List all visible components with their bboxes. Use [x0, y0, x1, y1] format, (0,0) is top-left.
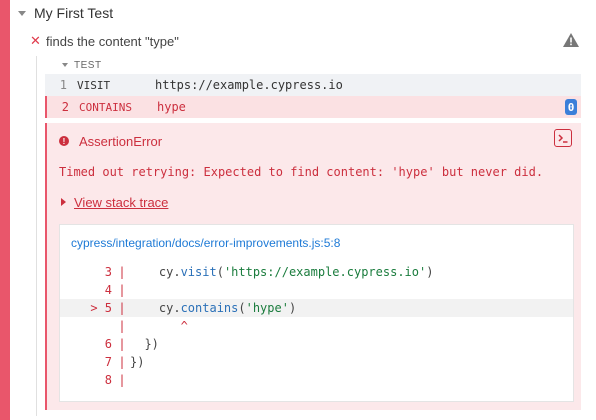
- error-header: ! AssertionError: [59, 131, 162, 151]
- error-name: AssertionError: [79, 133, 163, 149]
- code-token: ^: [130, 319, 188, 333]
- code-line-number: 6: [104, 337, 112, 351]
- code-text: }): [130, 337, 159, 351]
- code-text: cy.visit('https://example.cypress.io'): [130, 265, 434, 279]
- command-number: 2: [61, 100, 69, 114]
- suite-header[interactable]: My First Test: [10, 0, 596, 26]
- code-gutter-divider: |: [118, 301, 126, 315]
- code-line: 6 | }): [60, 335, 573, 353]
- code-line: | ^: [60, 317, 573, 335]
- code-text: }): [130, 355, 144, 369]
- code-token: ): [426, 265, 434, 279]
- suite-title: My First Test: [34, 5, 114, 21]
- failed-state-bar: [0, 0, 10, 420]
- code-token: 'hype': [245, 301, 289, 315]
- code-token: (: [238, 301, 246, 315]
- code-line: 8 |: [60, 371, 573, 389]
- error-message: Timed out retrying: Expected to find con…: [59, 165, 544, 179]
- test-title: finds the content "type": [46, 33, 179, 49]
- error-dot-icon: !: [59, 136, 69, 146]
- command-number: 1: [59, 78, 67, 92]
- caret-right-icon: [61, 198, 66, 206]
- code-line: 4 |: [60, 281, 573, 299]
- code-token: 'https://example.cypress.io': [223, 265, 427, 279]
- code-gutter-divider: |: [118, 319, 126, 333]
- code-gutter-divider: |: [118, 283, 126, 297]
- code-line-number: 4: [104, 283, 112, 297]
- code-line: 3 | cy.visit('https://example.cypress.io'…: [60, 263, 573, 281]
- code-line-number: > 5: [90, 301, 112, 315]
- code-gutter-divider: |: [118, 373, 126, 387]
- code-frame: cypress/integration/docs/error-improveme…: [59, 224, 574, 402]
- code-line-number: 3: [104, 265, 112, 279]
- stack-link-label: View stack trace: [74, 194, 169, 210]
- caret-down-icon: [62, 63, 68, 67]
- code-text: cy.contains('hype'): [130, 301, 296, 315]
- command-name: VISIT: [77, 78, 111, 92]
- test-section-toggle[interactable]: TEST: [62, 58, 102, 72]
- error-panel: ! AssertionError Timed out retrying: Exp…: [45, 123, 581, 410]
- code-gutter-divider: |: [118, 355, 126, 369]
- code-token: (: [216, 265, 224, 279]
- element-count-badge: 0: [565, 99, 577, 115]
- code-text: ^: [130, 319, 188, 333]
- code-token: cy.: [130, 301, 181, 315]
- test-header[interactable]: ✕ finds the content "type": [10, 29, 596, 53]
- test-body-rule: [36, 56, 37, 416]
- code-gutter-divider: |: [118, 265, 126, 279]
- code-line-number: 8: [104, 373, 112, 387]
- code-line: > 5 | cy.contains('hype'): [60, 299, 573, 317]
- section-label: TEST: [74, 59, 102, 71]
- code-frame-file-link[interactable]: cypress/integration/docs/error-improveme…: [71, 236, 340, 250]
- code-frame-lines: 3 | cy.visit('https://example.cypress.io'…: [60, 263, 573, 389]
- print-to-console-button[interactable]: [554, 129, 572, 147]
- command-row-visit[interactable]: 1 VISIT https://example.cypress.io: [45, 74, 581, 96]
- terminal-icon: [558, 134, 568, 143]
- code-token: ): [288, 301, 297, 315]
- code-gutter-divider: |: [118, 337, 126, 351]
- command-row-contains[interactable]: 2 CONTAINS hype 0: [45, 96, 581, 118]
- command-name: CONTAINS: [79, 100, 132, 114]
- code-token: contains: [180, 301, 239, 315]
- code-line: 7 |}): [60, 353, 573, 371]
- code-token: visit: [180, 265, 217, 279]
- code-token: }): [130, 337, 159, 351]
- code-token: }): [130, 355, 145, 369]
- command-message: https://example.cypress.io: [155, 78, 343, 92]
- x-icon: ✕: [30, 33, 41, 48]
- view-stack-trace-link[interactable]: View stack trace: [61, 194, 168, 210]
- code-token: cy.: [130, 265, 181, 279]
- warning-icon[interactable]: [562, 32, 580, 48]
- command-message: hype: [157, 100, 186, 114]
- caret-down-icon[interactable]: [18, 10, 26, 16]
- code-line-number: 7: [104, 355, 112, 369]
